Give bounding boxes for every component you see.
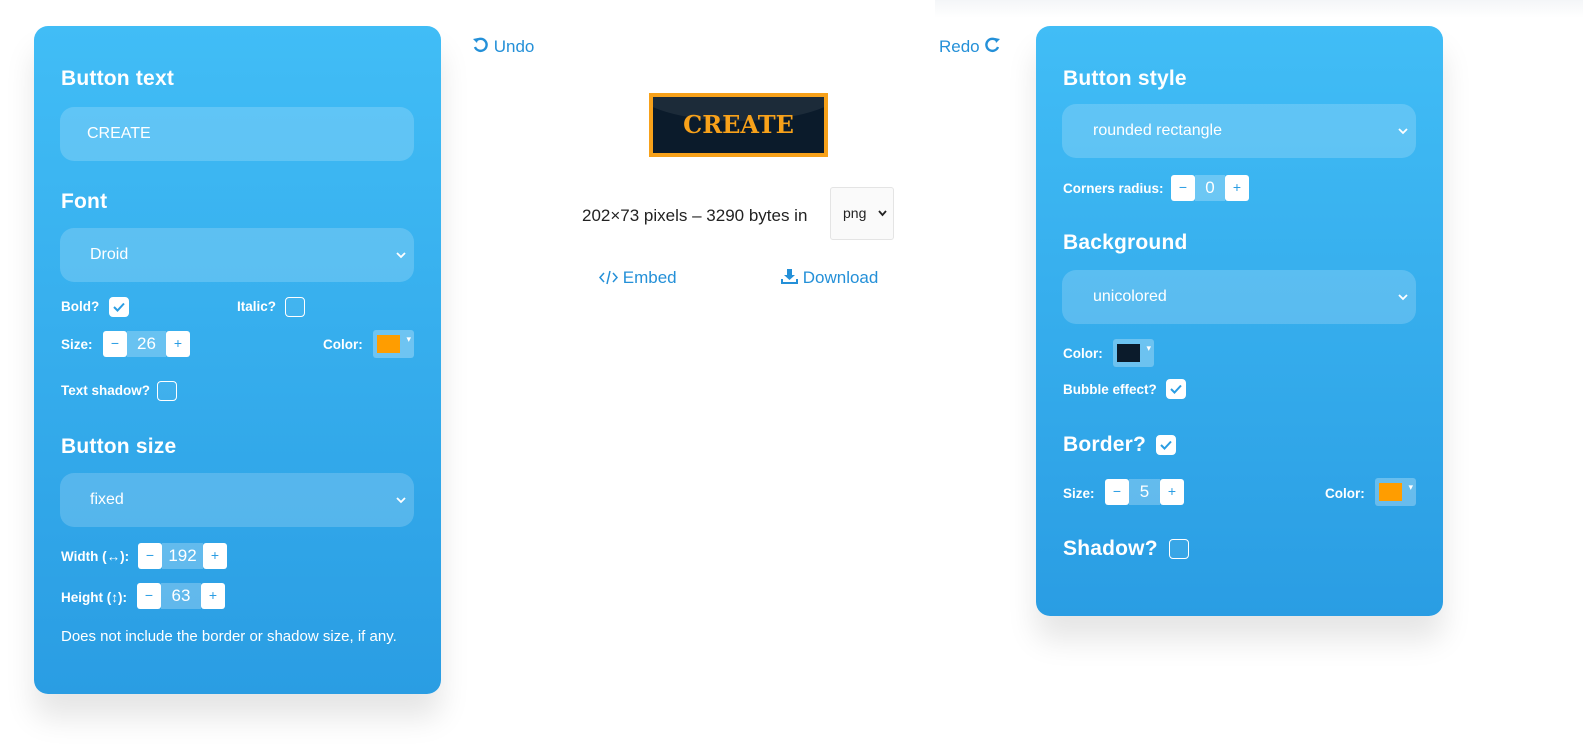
text-color-label: Color: [323, 337, 363, 352]
background-select-value: unicolored [1093, 288, 1167, 305]
border-size-label: Size: [1063, 486, 1095, 501]
button-text-value: CREATE [87, 125, 151, 142]
height-label: Height (↕): [61, 590, 127, 605]
shadow-checkbox[interactable] [1169, 539, 1189, 559]
height-increment-button[interactable]: + [201, 583, 225, 609]
checkmark-icon [113, 302, 125, 312]
italic-label: Italic? [237, 299, 277, 314]
font-select-value: Droid [90, 246, 129, 263]
button-size-select-value: fixed [90, 491, 124, 508]
font-size-increment-button[interactable]: + [166, 331, 190, 357]
undo-icon [473, 37, 488, 53]
embed-label: Embed [622, 268, 677, 287]
font-size-value[interactable]: 26 [127, 331, 166, 357]
button-text-input[interactable]: CREATE [60, 107, 414, 161]
code-icon [598, 270, 619, 285]
width-stepper: − 192 + [138, 543, 227, 569]
button-text-heading: Button text [61, 67, 175, 90]
chevron-down-icon [1398, 270, 1408, 347]
checkmark-icon [1170, 384, 1182, 394]
top-fade [935, 0, 1583, 18]
font-size-label: Size: [61, 337, 93, 352]
border-color-swatch [1379, 483, 1402, 501]
height-stepper: − 63 + [137, 583, 225, 609]
button-size-heading: Button size [61, 435, 177, 458]
button-style-select-value: rounded rectangle [1093, 122, 1222, 139]
dropdown-arrow-icon: ▾ [1408, 482, 1413, 492]
embed-link[interactable]: Embed [598, 268, 677, 288]
chevron-down-icon [396, 228, 406, 305]
corners-radius-increment-button[interactable]: + [1225, 175, 1249, 201]
redo-button[interactable]: Redo [939, 37, 1001, 57]
redo-label: Redo [939, 37, 980, 56]
background-select[interactable]: unicolored [1062, 270, 1416, 324]
border-size-increment-button[interactable]: + [1160, 479, 1184, 505]
corners-radius-decrement-button[interactable]: − [1171, 175, 1195, 201]
text-shadow-label: Text shadow? [61, 383, 151, 398]
button-size-select[interactable]: fixed [60, 473, 414, 527]
text-shadow-checkbox[interactable] [157, 381, 177, 401]
shadow-heading: Shadow? [1063, 537, 1158, 560]
format-select[interactable]: png [830, 187, 894, 240]
dropdown-arrow-icon: ▾ [1146, 343, 1151, 353]
background-heading: Background [1063, 231, 1188, 254]
undo-label: Undo [493, 37, 535, 56]
width-decrement-button[interactable]: − [138, 543, 162, 569]
chevron-down-icon [878, 188, 887, 262]
width-increment-button[interactable]: + [203, 543, 227, 569]
border-checkbox[interactable] [1156, 435, 1176, 455]
bold-checkbox[interactable] [109, 297, 129, 317]
undo-button[interactable]: Undo [472, 37, 534, 57]
style-settings-panel: Button style rounded rectangle Corners r… [1036, 26, 1443, 616]
border-heading: Border? [1063, 433, 1147, 456]
button-preview-text: CREATE [683, 110, 794, 139]
bubble-effect-label: Bubble effect? [1063, 382, 1157, 397]
button-preview: CREATE [649, 93, 828, 157]
border-size-decrement-button[interactable]: − [1105, 479, 1129, 505]
format-select-value: png [843, 205, 867, 221]
corners-radius-label: Corners radius: [1063, 181, 1164, 196]
background-color-label: Color: [1063, 346, 1103, 361]
font-select[interactable]: Droid [60, 228, 414, 282]
background-color-swatch [1117, 344, 1140, 362]
text-color-swatch [377, 335, 400, 353]
chevron-down-icon [396, 473, 406, 550]
corners-radius-stepper: − 0 + [1171, 175, 1249, 201]
height-decrement-button[interactable]: − [137, 583, 161, 609]
corners-radius-value[interactable]: 0 [1195, 175, 1225, 201]
button-style-select[interactable]: rounded rectangle [1062, 104, 1416, 158]
checkmark-icon [1160, 440, 1172, 450]
border-size-stepper: − 5 + [1105, 479, 1184, 505]
width-label: Width (↔): [61, 549, 130, 564]
border-size-value[interactable]: 5 [1129, 479, 1160, 505]
bold-label: Bold? [61, 299, 100, 314]
download-link[interactable]: Download [781, 268, 878, 288]
bubble-effect-checkbox[interactable] [1166, 379, 1186, 399]
width-value[interactable]: 192 [162, 543, 203, 569]
button-style-heading: Button style [1063, 67, 1187, 90]
italic-checkbox[interactable] [285, 297, 305, 317]
chevron-down-icon [1398, 104, 1408, 181]
border-color-label: Color: [1325, 486, 1365, 501]
background-color-picker[interactable]: ▾ [1113, 339, 1154, 367]
text-color-picker[interactable]: ▾ [373, 330, 414, 358]
border-color-picker[interactable]: ▾ [1375, 478, 1416, 506]
font-heading: Font [61, 190, 108, 213]
download-icon [781, 269, 798, 284]
text-settings-panel: Button text CREATE Font Droid Bold? Ital… [34, 26, 441, 694]
download-label: Download [802, 268, 879, 287]
font-size-stepper: − 26 + [103, 331, 190, 357]
font-size-decrement-button[interactable]: − [103, 331, 127, 357]
height-value[interactable]: 63 [161, 583, 201, 609]
size-note: Does not include the border or shadow si… [61, 628, 397, 645]
redo-icon [985, 37, 1001, 53]
dropdown-arrow-icon: ▾ [406, 334, 411, 344]
image-info: 202×73 pixels – 3290 bytes in [582, 206, 808, 225]
